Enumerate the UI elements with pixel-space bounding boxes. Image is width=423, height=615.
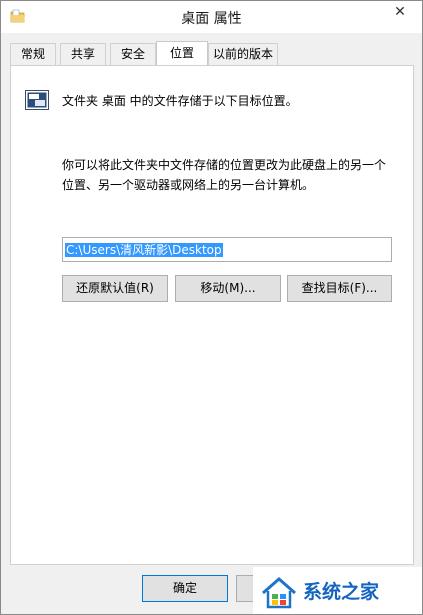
title-bar: 桌面 属性 ✕ <box>1 1 422 33</box>
location-panel: 文件夹 桌面 中的文件存储于以下目标位置。 你可以将此文件夹中文件存储的位置更改… <box>10 65 414 565</box>
tab-security[interactable]: 安全 <box>110 43 156 65</box>
info-line-2: 位置、另一个驱动器或网络上的另一台计算机。 <box>62 178 315 192</box>
location-info: 你可以将此文件夹中文件存储的位置更改为此硬盘上的另一个 位置、另一个驱动器或网络… <box>62 155 402 195</box>
path-selected-text: C:\Users\清风新影\Desktop <box>65 243 223 257</box>
desktop-location-icon <box>25 90 49 110</box>
properties-dialog: 桌面 属性 ✕ 常规 共享 安全 位置 以前的版本 文件夹 桌面 中的文件存储于… <box>0 0 423 615</box>
restore-default-button[interactable]: 还原默认值(R) <box>62 275 168 302</box>
find-target-button[interactable]: 查找目标(F)... <box>287 275 392 302</box>
ok-button[interactable]: 确定 <box>142 575 228 602</box>
house-logo-icon <box>262 577 296 609</box>
location-path-input[interactable]: C:\Users\清风新影\Desktop <box>62 237 392 262</box>
watermark: 系统之家 <box>253 567 422 614</box>
tab-general[interactable]: 常规 <box>10 43 56 65</box>
close-button[interactable]: ✕ <box>384 1 416 23</box>
window-title: 桌面 属性 <box>181 11 242 27</box>
move-button[interactable]: 移动(M)... <box>175 275 281 302</box>
tab-location[interactable]: 位置 <box>156 41 208 65</box>
info-line-1: 你可以将此文件夹中文件存储的位置更改为此硬盘上的另一个 <box>62 158 387 172</box>
watermark-text: 系统之家 <box>303 581 380 603</box>
tab-sharing[interactable]: 共享 <box>60 43 106 65</box>
location-description: 文件夹 桌面 中的文件存储于以下目标位置。 <box>62 94 298 108</box>
tab-previous-versions[interactable]: 以前的版本 <box>208 43 278 65</box>
